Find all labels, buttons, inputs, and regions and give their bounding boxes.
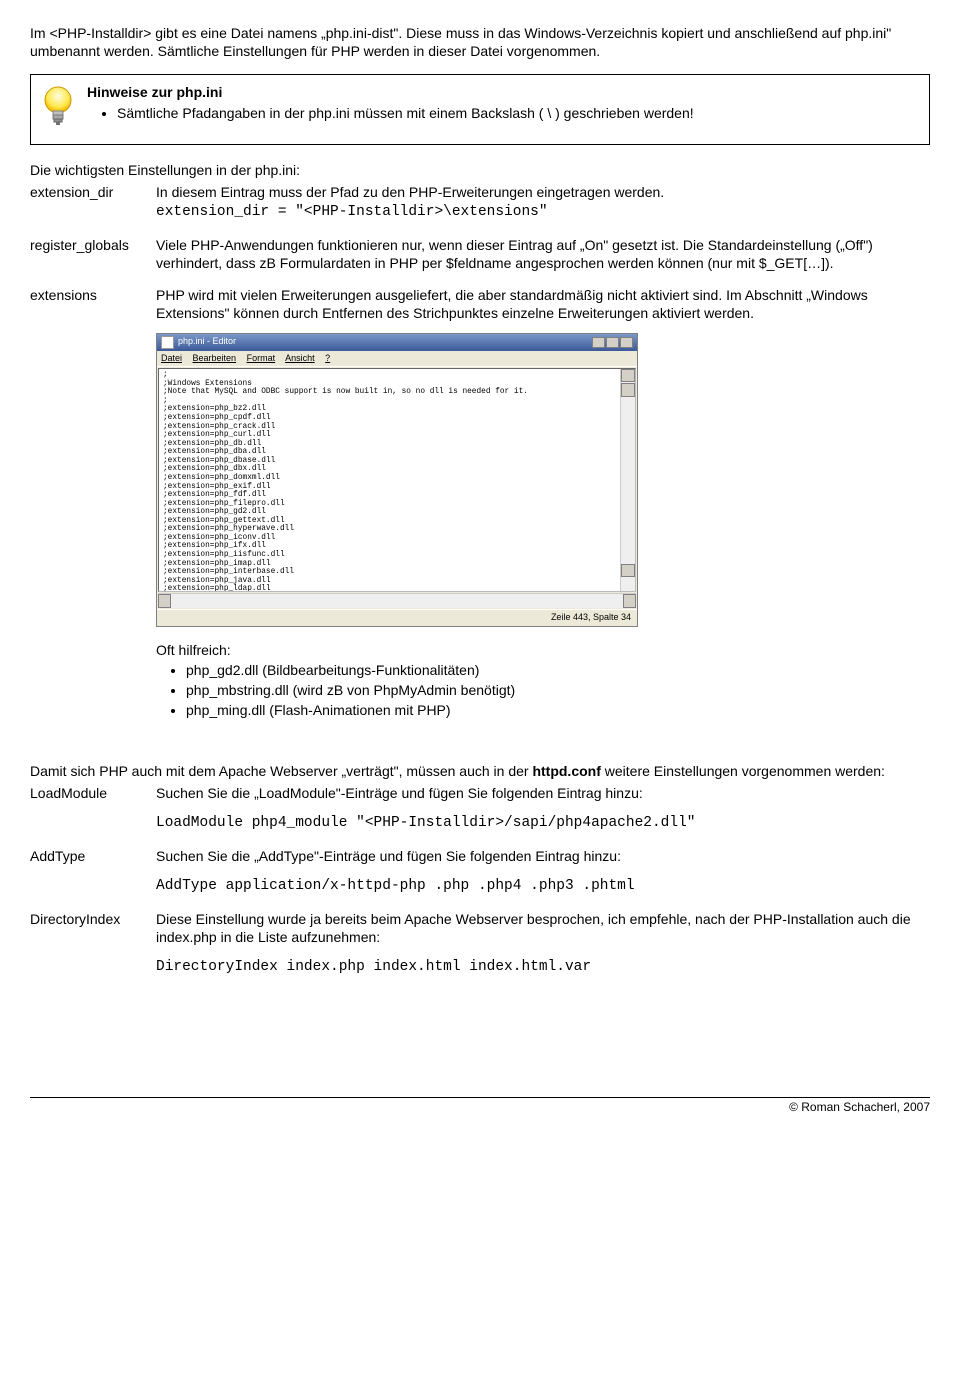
register-globals-text: Viele PHP-Anwendungen funktionieren nur,… [156, 236, 930, 272]
notepad-icon [161, 336, 174, 349]
key-directoryindex: DirectoryIndex [30, 910, 156, 977]
editor-titlebar: php.ini - Editor [157, 334, 637, 351]
loadmodule-code: LoadModule php4_module "<PHP-Installdir>… [156, 814, 930, 833]
maximize-icon[interactable] [606, 337, 619, 348]
phpini-heading: Die wichtigsten Einstellungen in der php… [30, 161, 930, 179]
extensions-text: PHP wird mit vielen Erweiterungen ausgel… [156, 287, 868, 321]
loadmodule-text: Suchen Sie die „LoadModule"-Einträge und… [156, 785, 643, 801]
key-register-globals: register_globals [30, 236, 156, 272]
key-addtype: AddType [30, 847, 156, 896]
key-extension-dir: extension_dir [30, 183, 156, 222]
hint-item: Sämtliche Pfadangaben in der php.ini müs… [117, 104, 919, 122]
lightbulb-icon [41, 85, 75, 133]
key-extensions: extensions [30, 286, 156, 722]
scrollbar-vertical[interactable] [620, 369, 635, 591]
scrollbar-horizontal[interactable] [158, 593, 636, 608]
menu-help[interactable]: ? [325, 353, 330, 363]
menu-edit[interactable]: Bearbeiten [193, 353, 237, 363]
intro-paragraph: Im <PHP-Installdir> gibt es eine Datei n… [30, 24, 930, 60]
extension-dir-text: In diesem Eintrag muss der Pfad zu den P… [156, 184, 664, 200]
close-icon[interactable] [620, 337, 633, 348]
directoryindex-text: Diese Einstellung wurde ja bereits beim … [156, 911, 911, 945]
oft-item: php_gd2.dll (Bildbearbeitungs-Funktional… [186, 661, 930, 679]
menu-file[interactable]: Datei [161, 353, 182, 363]
key-loadmodule: LoadModule [30, 784, 156, 833]
httpd-intro: Damit sich PHP auch mit dem Apache Webse… [30, 762, 930, 780]
editor-statusbar: Zeile 443, Spalte 34 [157, 609, 637, 626]
editor-content[interactable]: ; ;Windows Extensions ;Note that MySQL a… [158, 368, 636, 592]
minimize-icon[interactable] [592, 337, 605, 348]
addtype-code: AddType application/x-httpd-php .php .ph… [156, 877, 930, 896]
extension-dir-code: extension_dir = "<PHP-Installdir>\extens… [156, 203, 930, 222]
editor-menu: Datei Bearbeiten Format Ansicht ? [157, 351, 637, 368]
hint-title: Hinweise zur php.ini [87, 83, 919, 101]
addtype-text: Suchen Sie die „AddType"-Einträge und fü… [156, 848, 621, 864]
oft-item: php_ming.dll (Flash-Animationen mit PHP) [186, 701, 930, 719]
menu-view[interactable]: Ansicht [285, 353, 315, 363]
hint-box: Hinweise zur php.ini Sämtliche Pfadangab… [30, 74, 930, 144]
page-footer: © Roman Schacherl, 2007 [30, 1097, 930, 1116]
editor-title-text: php.ini - Editor [178, 336, 236, 348]
oft-hilfreich-label: Oft hilfreich: [156, 641, 930, 659]
oft-item: php_mbstring.dll (wird zB von PhpMyAdmin… [186, 681, 930, 699]
menu-format[interactable]: Format [247, 353, 276, 363]
editor-window: php.ini - Editor Datei Bearbeiten Format… [156, 333, 638, 627]
directoryindex-code: DirectoryIndex index.php index.html inde… [156, 958, 930, 977]
